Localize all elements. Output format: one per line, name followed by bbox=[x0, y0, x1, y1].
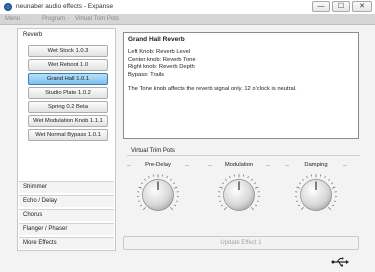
knob-tick bbox=[254, 182, 257, 185]
knob-tick bbox=[173, 182, 176, 185]
knob-tick bbox=[328, 178, 330, 181]
knob-tick bbox=[256, 200, 260, 202]
knob-tick bbox=[332, 186, 336, 189]
menu-item-separator: · bbox=[26, 16, 28, 22]
knob-tick bbox=[138, 186, 142, 189]
pre-delay-knob[interactable] bbox=[135, 172, 181, 218]
usb-icon bbox=[331, 257, 349, 267]
knob-group-pre-delay: Pre-Delay bbox=[127, 162, 189, 234]
knob-tick bbox=[332, 204, 335, 207]
knob-tick bbox=[219, 186, 223, 189]
knob-label-damping: Damping bbox=[289, 162, 343, 168]
effect-button-wet-normal-bypass[interactable]: Wet Normal Bypass 1.0.1 bbox=[28, 129, 108, 141]
knob-tick bbox=[324, 176, 326, 179]
knob-tick bbox=[137, 200, 141, 202]
knob-tick bbox=[223, 207, 227, 211]
description-line: Bypass: Trails bbox=[128, 71, 165, 78]
knob-tick bbox=[251, 207, 255, 211]
knob-tick bbox=[221, 182, 224, 185]
effect-title: Grand Hall Reverb bbox=[128, 36, 185, 43]
knob-tick bbox=[300, 207, 304, 211]
damping-knob[interactable] bbox=[293, 172, 339, 218]
knob-tick bbox=[174, 204, 177, 207]
knob-tick bbox=[298, 182, 301, 185]
knob-tick bbox=[220, 204, 223, 207]
category-more-effects[interactable]: More Effects bbox=[19, 237, 114, 249]
section-divider bbox=[127, 155, 360, 156]
close-button[interactable]: ✕ bbox=[352, 1, 372, 12]
modulation-knob[interactable] bbox=[216, 172, 262, 218]
category-reverb[interactable]: Reverb bbox=[19, 30, 114, 42]
knob-group-modulation: Modulation bbox=[208, 162, 270, 234]
knob-group-damping: Damping bbox=[285, 162, 347, 234]
knob-tick bbox=[302, 178, 304, 181]
description-note: The Tone knob affects the reverb signal … bbox=[128, 86, 297, 92]
menu-bar: Menu · Program · Virtual Trim Pots bbox=[0, 14, 375, 25]
menu-item-menu[interactable]: Menu bbox=[5, 16, 20, 22]
knob-tick bbox=[175, 200, 179, 202]
category-shimmer[interactable]: Shimmer bbox=[19, 181, 114, 193]
section-label: Virtual Trim Pots bbox=[129, 148, 177, 154]
knob-tick bbox=[174, 186, 178, 189]
description-line: Right knob: Reverb Depth bbox=[128, 64, 195, 70]
knob-tick bbox=[229, 176, 231, 179]
app-icon bbox=[4, 3, 12, 11]
knob-tick bbox=[255, 186, 259, 189]
category-echo-delay[interactable]: Echo / Delay bbox=[19, 195, 114, 207]
knob-tick bbox=[170, 178, 172, 181]
knob-tick bbox=[306, 176, 308, 179]
effect-category-panel: Reverb Wet Stock 1.0.3 Wet Reboot 1.0 Gr… bbox=[17, 28, 116, 251]
menu-item-virtual-trim-pots[interactable]: Virtual Trim Pots bbox=[75, 16, 119, 22]
knob-tick bbox=[251, 178, 253, 181]
knob-tick bbox=[148, 176, 150, 179]
knob-tick bbox=[140, 182, 143, 185]
effect-button-studio-plate[interactable]: Studio Plate 1.0.2 bbox=[28, 87, 108, 99]
knob-tick bbox=[296, 186, 300, 189]
knob-tick bbox=[247, 176, 249, 179]
title-bar: neunaber audio effects - Expanse — ☐ ✕ bbox=[0, 0, 375, 14]
knob-tick bbox=[225, 178, 227, 181]
window-title: neunaber audio effects - Expanse bbox=[16, 3, 114, 10]
knob-tick bbox=[328, 207, 332, 211]
description-line: Left Knob: Reverb Level bbox=[128, 49, 191, 55]
menu-item-program[interactable]: Program bbox=[42, 16, 65, 22]
knob-tick bbox=[295, 200, 299, 202]
knob-label-pre-delay: Pre-Delay bbox=[131, 162, 185, 168]
knob-tick bbox=[144, 178, 146, 181]
effect-button-wet-stock[interactable]: Wet Stock 1.0.3 bbox=[28, 45, 108, 57]
knob-tick bbox=[139, 204, 142, 207]
knob-label-modulation: Modulation bbox=[212, 162, 266, 168]
menu-item-separator: · bbox=[67, 16, 69, 22]
minimize-button[interactable]: — bbox=[312, 1, 330, 12]
knob-tick bbox=[255, 204, 258, 207]
maximize-button[interactable]: ☐ bbox=[332, 1, 350, 12]
knob-tick bbox=[297, 204, 300, 207]
effect-button-wet-reboot[interactable]: Wet Reboot 1.0 bbox=[28, 59, 108, 71]
effect-button-grand-hall[interactable]: Grand Hall 1.0.1 bbox=[28, 73, 108, 85]
knob-tick bbox=[218, 200, 222, 202]
knob-tick bbox=[170, 207, 174, 211]
category-chorus[interactable]: Chorus bbox=[19, 209, 114, 221]
effect-description-panel: Grand Hall Reverb Left Knob: Reverb Leve… bbox=[123, 32, 359, 139]
knob-tick bbox=[142, 207, 146, 211]
effect-button-spring[interactable]: Spring 0.2 Beta bbox=[28, 101, 108, 113]
knob-tick bbox=[333, 200, 337, 202]
description-line: Center knob: Reverb Tone bbox=[128, 56, 196, 63]
knob-tick bbox=[166, 176, 168, 179]
knob-tick bbox=[331, 182, 334, 185]
update-effect-button[interactable]: Update Effect 1 bbox=[123, 236, 359, 250]
category-flanger-phaser[interactable]: Flanger / Phaser bbox=[19, 223, 114, 235]
effect-button-wet-modulation-knob[interactable]: Wet Modulation Knob 1.1.1 bbox=[28, 115, 108, 127]
